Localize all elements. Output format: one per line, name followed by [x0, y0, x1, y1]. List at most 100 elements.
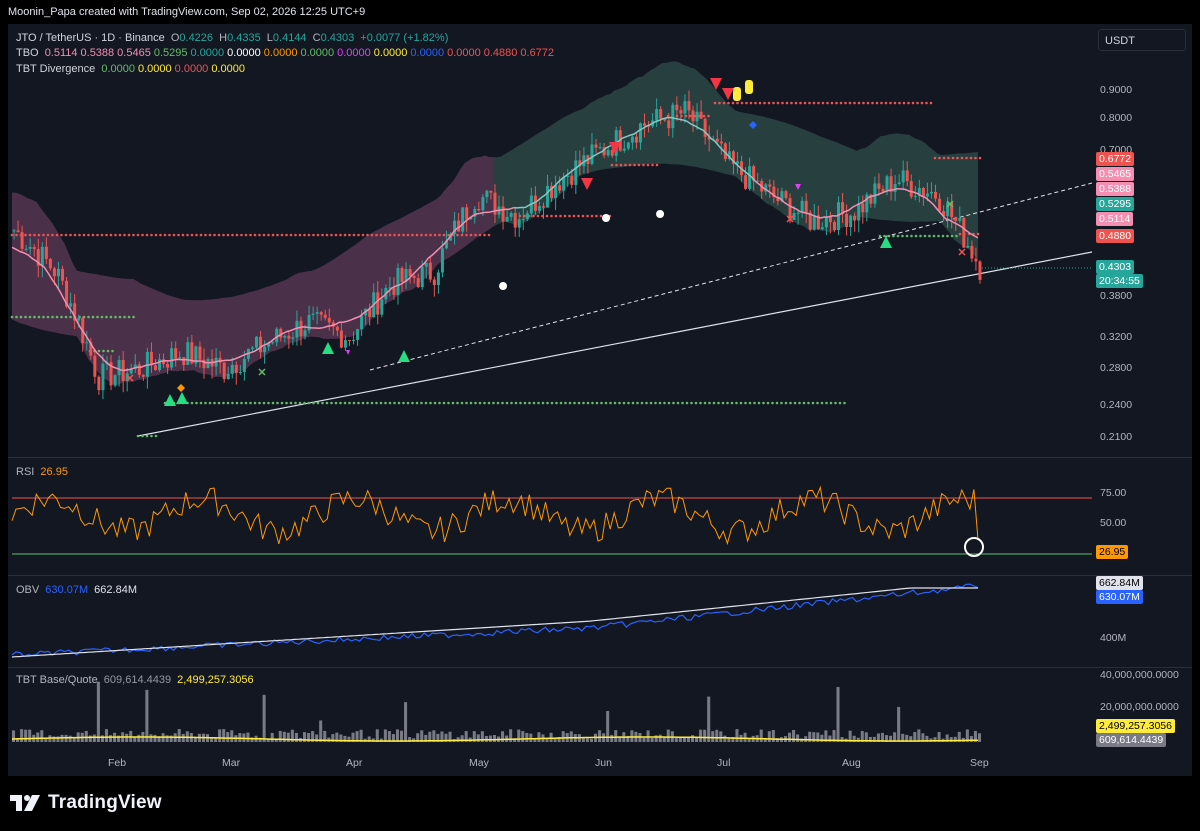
candle-body [893, 184, 897, 192]
support-dots [586, 401, 590, 405]
support-dots [771, 401, 774, 405]
tbt_div-value: 0.0000 [174, 63, 209, 75]
candle-body [873, 183, 877, 204]
resistance-dots [91, 233, 95, 237]
resistance-dots [141, 233, 144, 237]
resistance-dots [420, 233, 423, 237]
pane-separator[interactable] [8, 457, 1192, 458]
currency-button[interactable]: USDT [1098, 29, 1186, 51]
candle-body [804, 200, 808, 213]
resistance-dots [736, 101, 739, 105]
resistance-dots [226, 233, 230, 237]
volume-bar [699, 729, 703, 742]
candle-body [934, 191, 938, 199]
resistance-dots [123, 233, 126, 237]
support-dots [501, 401, 504, 405]
support-dots [145, 434, 149, 438]
pane-separator[interactable] [8, 575, 1192, 576]
support-dots [816, 401, 819, 405]
candle-body [178, 357, 182, 359]
resistance-dots [976, 232, 980, 236]
volume-bar [691, 735, 695, 742]
support-dots [469, 401, 473, 405]
pane-separator[interactable] [8, 667, 1192, 668]
resistance-dots [109, 233, 113, 237]
candle-body [283, 335, 287, 338]
support-dots [361, 401, 365, 405]
support-dots [312, 401, 315, 405]
support-dots [492, 401, 495, 405]
resistance-dots [722, 101, 726, 105]
tbt-bq-label: TBT Base/Quote [16, 674, 98, 686]
resistance-dots [817, 101, 820, 105]
support-dots [10, 315, 14, 319]
candle-body [675, 104, 679, 111]
support-dots [905, 234, 909, 238]
tbo-legend: TBO 0.5114 0.5388 0.5465 0.5295 0.0000 0.0000… [16, 47, 557, 59]
volume-bar [286, 732, 290, 742]
close-value: 0.4303 [320, 32, 355, 44]
candle-body [546, 185, 550, 208]
volume-bar [711, 731, 715, 742]
candle-body [655, 109, 659, 121]
resistance-dots [204, 233, 207, 237]
resistance-dots [375, 233, 378, 237]
footer [0, 776, 1200, 831]
resistance-dots [150, 233, 153, 237]
obv-tag-2: 630.07M [1096, 590, 1143, 604]
volume-bar [553, 738, 557, 742]
rsi-line [11, 485, 979, 546]
support-dots [789, 401, 792, 405]
resistance-dots [433, 233, 437, 237]
support-dots [285, 401, 288, 405]
candle-body [408, 268, 412, 276]
marker-icon [602, 214, 611, 222]
resistance-dots [532, 214, 535, 218]
diamond-icon [177, 384, 185, 392]
volume-bar [759, 729, 763, 742]
support-dots [199, 401, 203, 405]
candle-body [909, 181, 913, 197]
volume-bar [630, 730, 634, 742]
volume-bar [509, 729, 513, 742]
volume-bar [614, 730, 618, 742]
cross-icon [958, 248, 966, 256]
volume-bar [529, 733, 533, 742]
tradingview-logo[interactable]: TradingView [10, 792, 162, 814]
resistance-dots [767, 101, 771, 105]
support-dots [941, 234, 945, 238]
support-dots [451, 401, 455, 405]
support-dots [249, 401, 252, 405]
support-dots [316, 401, 320, 405]
volume-bar [20, 729, 24, 742]
volume-bar [52, 736, 56, 742]
support-dots [289, 401, 293, 405]
support-dots [636, 401, 639, 405]
resistance-dots [181, 233, 185, 237]
candle-body [634, 136, 638, 143]
time-axis-label: Aug [842, 757, 861, 769]
resistance-dots [633, 163, 636, 167]
volume-bar [40, 730, 44, 742]
support-dots [96, 315, 99, 319]
candle-body [598, 147, 602, 149]
rsi-tag: 26.95 [1096, 545, 1129, 559]
support-dots [568, 401, 572, 405]
support-dots [676, 401, 680, 405]
candle-body [897, 182, 901, 185]
volume-bar [24, 729, 28, 742]
candle-body [966, 245, 970, 248]
candle-body [715, 138, 719, 142]
candle-body [392, 287, 396, 295]
support-dots [807, 401, 810, 405]
resistance-dots [186, 233, 189, 237]
chart-canvas[interactable] [0, 0, 1200, 831]
resistance-dots [190, 233, 194, 237]
support-dots [546, 401, 549, 405]
resistance-dots [794, 101, 798, 105]
support-dots [883, 234, 886, 238]
resistance-dots [213, 233, 216, 237]
resistance-dots [853, 101, 856, 105]
rsi-axis-50: 50.00 [1100, 517, 1127, 529]
support-dots [231, 401, 234, 405]
